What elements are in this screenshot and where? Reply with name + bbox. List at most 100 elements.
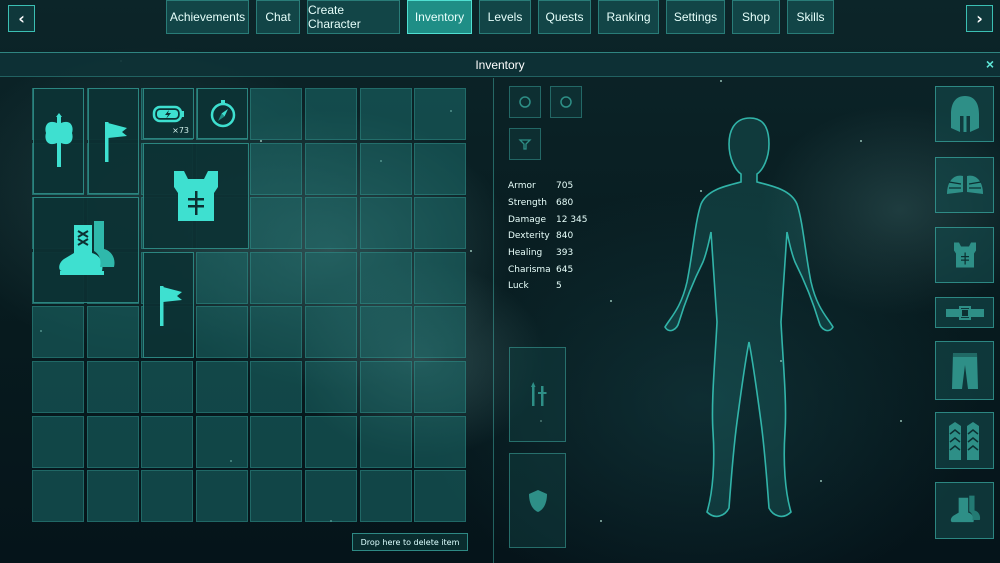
accessory-slot[interactable] [550,86,582,118]
battle-axe-icon [44,113,73,167]
ring-icon [519,96,531,108]
tab-quests[interactable]: Quests [538,0,591,34]
inventory-slot[interactable] [414,415,467,468]
character-body-silhouette [664,117,834,518]
inventory-slot[interactable] [250,306,303,359]
inventory-slot[interactable] [359,88,412,140]
tab-settings[interactable]: Settings [666,0,725,34]
tab-chat[interactable]: Chat [256,0,300,34]
tab-inventory[interactable]: Inventory [407,0,472,34]
inventory-slot[interactable] [359,361,412,413]
top-navigation: ‹ Achievements Chat Create Character Inv… [0,0,1000,38]
tab-create-character[interactable]: Create Character [307,0,400,34]
inventory-slot[interactable] [414,251,467,304]
inventory-item[interactable] [197,88,248,139]
shield-slot[interactable] [509,453,566,548]
tab-shop[interactable]: Shop [732,0,780,34]
close-button[interactable]: × [986,56,994,72]
inventory-slot[interactable] [414,197,467,250]
boots-slot[interactable] [935,482,994,539]
delete-drop-zone[interactable]: Drop here to delete item [352,533,468,551]
inventory-slot[interactable] [195,306,248,359]
inventory-slot[interactable] [32,306,84,359]
inventory-slot[interactable] [414,470,467,523]
inventory-slot[interactable] [32,470,84,523]
inventory-slot[interactable] [195,251,248,304]
pauldrons-slot[interactable] [935,157,994,213]
inventory-slot[interactable] [359,470,412,523]
prev-page-button[interactable]: ‹ [8,5,35,32]
stat-row: Dexterity 840 [508,231,574,242]
tab-levels[interactable]: Levels [479,0,531,34]
weapon-slot[interactable] [509,347,566,442]
inventory-slot[interactable] [250,415,303,468]
ring-icon [560,96,572,108]
panel-divider [493,78,494,563]
inventory-slot[interactable] [414,88,467,140]
inventory-item[interactable] [33,88,84,194]
chevron-right-icon: › [976,9,983,28]
belt-slot[interactable] [935,297,994,328]
inventory-slot[interactable] [305,470,357,523]
inventory-slot[interactable] [305,251,357,304]
inventory-slot[interactable] [86,415,139,468]
inventory-slot[interactable] [414,142,467,195]
inventory-slot[interactable] [32,415,84,468]
inventory-slot[interactable] [414,361,467,413]
inventory-slot[interactable] [250,470,303,523]
inventory-slot[interactable] [359,415,412,468]
inventory-slot[interactable] [305,197,357,250]
inventory-slot[interactable] [86,306,139,359]
inventory-slot[interactable] [305,306,357,359]
tab-ranking[interactable]: Ranking [598,0,659,34]
accessory-slot[interactable] [509,86,541,118]
gauntlets-icon [948,421,979,460]
next-page-button[interactable]: › [966,5,993,32]
gauntlets-slot[interactable] [935,412,994,469]
flag-icon [104,122,127,162]
inventory-slot[interactable] [250,88,303,140]
tab-skills[interactable]: Skills [787,0,834,34]
helmet-slot[interactable] [935,86,994,142]
inventory-slot[interactable] [305,415,357,468]
inventory-slot[interactable] [32,361,84,413]
inventory-item[interactable] [88,88,139,194]
inventory-slot[interactable] [305,88,357,140]
inventory-slot[interactable] [141,415,194,468]
inventory-slot[interactable] [359,306,412,359]
inventory-slot[interactable] [305,361,357,413]
inventory-slot[interactable] [86,361,139,413]
accessory-slot[interactable] [509,128,541,160]
chest-slot[interactable] [935,227,994,283]
inventory-slot[interactable] [250,251,303,304]
stat-row: Armor 705 [508,181,574,192]
inventory-slot[interactable] [250,142,303,195]
inventory-window-header: Inventory × [0,52,1000,77]
inventory-slot[interactable] [359,251,412,304]
inventory-item[interactable]: ×73 [143,88,194,139]
chest-armor-icon [174,171,218,221]
pants-slot[interactable] [935,341,994,400]
inventory-slot[interactable] [359,197,412,250]
inventory-slot[interactable] [195,415,248,468]
stat-row: Charisma 645 [508,264,574,275]
inventory-slot[interactable] [141,470,194,523]
character-stats: Armor 705 Strength 680 Damage 12 345 Dexter… [508,178,588,295]
inventory-slot[interactable] [195,470,248,523]
star [600,520,602,522]
inventory-slot[interactable] [86,470,139,523]
compass-icon [210,99,235,127]
pauldrons-icon [946,175,983,194]
inventory-item[interactable] [143,252,194,358]
inventory-slot[interactable] [250,361,303,413]
tab-achievements[interactable]: Achievements [166,0,249,34]
inventory-slot[interactable] [195,361,248,413]
inventory-slot[interactable] [414,306,467,359]
inventory-slot[interactable] [359,142,412,195]
inventory-slot[interactable] [141,361,194,413]
inventory-slot[interactable] [250,197,303,250]
inventory-slot[interactable] [305,142,357,195]
flag-icon [159,286,182,326]
inventory-item[interactable] [143,143,249,249]
inventory-item[interactable] [33,197,139,303]
